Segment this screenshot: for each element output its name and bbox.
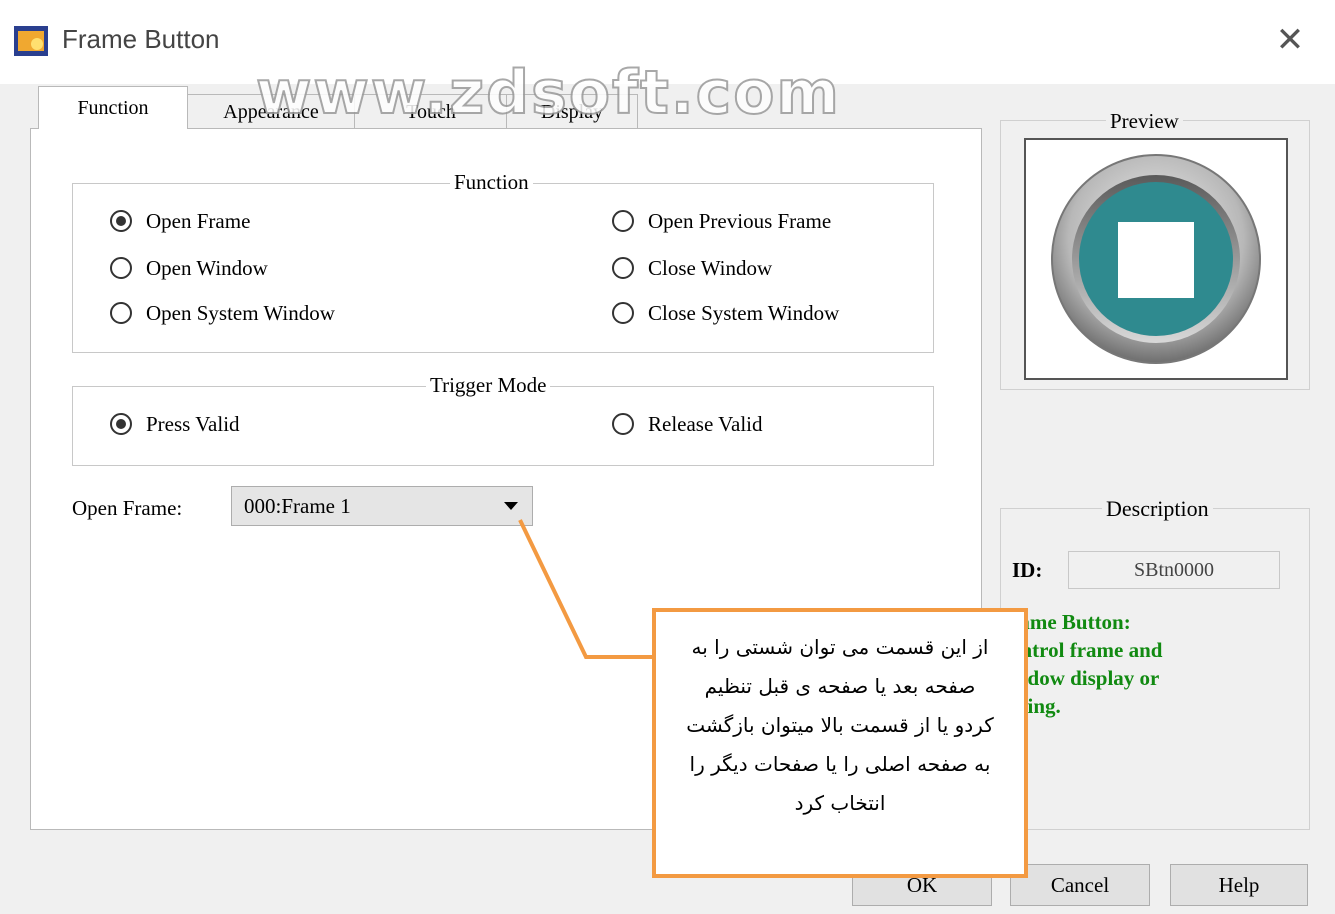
preview-title: Preview [1106,109,1183,134]
radio-label: Open Window [146,256,268,280]
description-line: ontrol frame and [1010,638,1163,662]
radio-open-window[interactable]: Open Window [110,253,268,283]
open-frame-value: 000:Frame 1 [244,494,351,518]
help-button[interactable]: Help [1170,864,1308,906]
radio-release-valid[interactable]: Release Valid [612,409,763,439]
callout-line: کردو یا از قسمت بالا میتوان بازگشت [686,713,994,737]
annotation-callout: از این قسمت می توان شستی را به صفحه بعد … [652,608,1028,878]
preview-canvas [1024,138,1288,380]
frame-button-app-icon [14,26,48,56]
window-title: Frame Button [62,24,220,54]
radio-checked-icon [110,210,132,233]
radio-label: Open System Window [146,301,335,325]
id-label: ID: [1012,558,1043,582]
radio-checked-icon [110,413,132,436]
button-preview-icon [1051,154,1261,364]
watermark: www.zdsoft.com [255,57,841,129]
description-line: indow display or [1010,666,1160,690]
radio-open-previous-frame[interactable]: Open Previous Frame [612,206,831,236]
callout-line: از این قسمت می توان شستی را به [691,635,989,659]
description-text: rame Button: ontrol frame and indow disp… [1010,608,1300,720]
radio-open-frame[interactable]: Open Frame [110,206,250,236]
open-frame-dropdown[interactable]: 000:Frame 1 [231,486,533,526]
radio-label: Release Valid [648,412,763,436]
radio-open-system-window[interactable]: Open System Window [110,298,335,328]
cancel-button[interactable]: Cancel [1010,864,1150,906]
radio-label: Close System Window [648,301,840,325]
function-group-title: Function [450,170,533,195]
radio-label: Open Frame [146,209,251,233]
radio-label: Close Window [648,256,773,280]
radio-unchecked-icon [612,257,634,280]
description-line: rame Button: [1010,610,1131,634]
callout-line: انتخاب کرد [794,791,886,815]
callout-line: صفحه بعد یا صفحه ی قبل تنظیم [704,674,976,698]
description-line: iding. [1010,694,1061,718]
id-field: SBtn0000 [1068,551,1280,589]
callout-line: به صفحه اصلی را یا صفحات دیگر را [689,752,991,776]
chevron-down-icon[interactable] [504,502,518,510]
trigger-mode-title: Trigger Mode [426,373,551,398]
radio-press-valid[interactable]: Press Valid [110,409,240,439]
open-frame-label: Open Frame: [72,496,183,520]
close-icon[interactable]: ✕ [1268,20,1312,60]
radio-unchecked-icon [612,210,634,233]
radio-label: Open Previous Frame [648,209,832,233]
description-title: Description [1102,496,1213,522]
radio-close-system-window[interactable]: Close System Window [612,298,839,328]
radio-unchecked-icon [110,302,132,325]
radio-unchecked-icon [612,302,634,325]
radio-label: Press Valid [146,412,240,436]
radio-unchecked-icon [612,413,634,436]
tab-function[interactable]: Function [38,86,188,129]
radio-unchecked-icon [110,257,132,280]
radio-close-window[interactable]: Close Window [612,253,772,283]
